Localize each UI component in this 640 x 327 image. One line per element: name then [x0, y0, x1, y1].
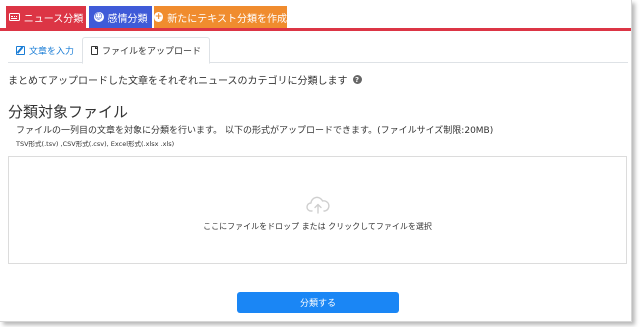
edit-icon: [16, 45, 25, 55]
section-title: 分類対象ファイル: [8, 103, 129, 121]
tab-bar-underline: [0, 28, 631, 31]
sub-tab-label: 文章を入力: [29, 46, 75, 57]
tab-news-classification[interactable]: ニュース分類: [6, 6, 86, 28]
tab-label: 感情分類: [107, 13, 148, 25]
section-subtitle: ファイルの一列目の文章を対象に分類を行います。 以下の形式がアップロードできます…: [16, 126, 494, 136]
app-window: ニュース分類 ☺ 感情分類 + 新たにテキスト分類を作成 文章を入力 ファイルを…: [0, 0, 632, 322]
dropzone-text: ここにファイルをドロップ または クリックしてファイルを選択: [203, 221, 432, 231]
top-tab-bar: ニュース分類 ☺ 感情分類 + 新たにテキスト分類を作成: [0, 0, 631, 32]
keyboard-icon: [8, 13, 20, 21]
file-icon: [91, 46, 98, 55]
cloud-upload-icon: [305, 196, 330, 214]
description-text: まとめてアップロードした文章をそれぞれニュースのカテゴリに分類します: [8, 76, 348, 87]
tab-label: ニュース分類: [23, 13, 84, 25]
file-dropzone[interactable]: ここにファイルをドロップ または クリックしてファイルを選択: [8, 156, 627, 264]
help-icon[interactable]: ?: [352, 75, 362, 84]
supported-formats: TSV形式(.tsv) ,CSV形式(.csv), Excel形式(.xlsx …: [16, 140, 175, 148]
smile-icon: ☺: [93, 12, 104, 22]
tab-label: 新たにテキスト分類を作成: [167, 13, 287, 25]
tab-text-input[interactable]: 文章を入力: [8, 37, 82, 63]
classify-button[interactable]: 分類する: [237, 292, 399, 313]
page-description: まとめてアップロードした文章をそれぞれニュースのカテゴリに分類します ?: [8, 72, 362, 87]
tab-file-upload[interactable]: ファイルをアップロード: [82, 37, 211, 64]
sub-tab-label: ファイルをアップロード: [102, 47, 202, 57]
tab-create-classifier[interactable]: + 新たにテキスト分類を作成: [154, 6, 287, 28]
sub-tab-bar: 文章を入力 ファイルをアップロード: [8, 37, 628, 64]
plus-circle-icon: +: [154, 12, 164, 22]
tab-emotion-classification[interactable]: ☺ 感情分類: [89, 6, 152, 28]
